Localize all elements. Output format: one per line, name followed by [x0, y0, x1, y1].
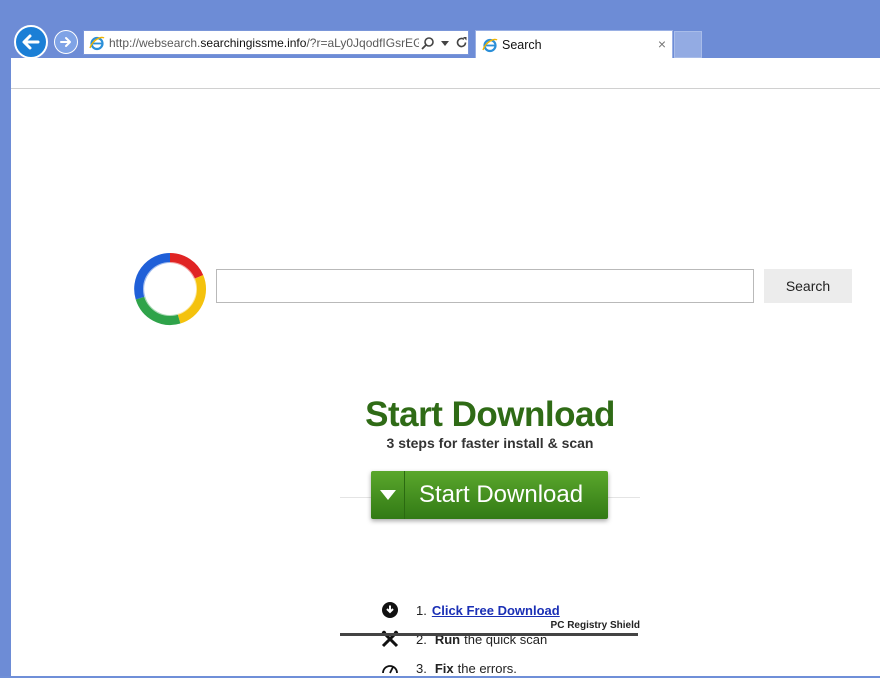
address-bar[interactable]: http://websearch.searchingissme.info/?r=… [83, 30, 469, 55]
search-button[interactable]: Search [764, 269, 852, 303]
step-number: 3. [416, 660, 427, 676]
window-frame [0, 58, 11, 676]
search-logo-icon [134, 253, 207, 325]
page-content: Search Start Download 3 steps for faster… [11, 58, 880, 676]
download-ad: Start Download 3 steps for faster instal… [340, 389, 640, 676]
start-download-button[interactable]: Start Download [371, 471, 608, 519]
step-1: 1. Click Free Download [380, 600, 560, 620]
tab-search[interactable]: Search × [475, 30, 673, 58]
download-arrow [371, 471, 405, 519]
ad-title: Start Download [365, 395, 615, 434]
start-download-label: Start Download [419, 481, 584, 508]
ad-footer-bar [340, 633, 638, 636]
internet-explorer-icon [482, 38, 498, 52]
triangle-down-icon [379, 490, 396, 500]
step-text: the errors. [457, 660, 517, 676]
dropdown-arrow-icon[interactable] [441, 39, 449, 47]
command-bar [11, 58, 880, 89]
tab-title: Search [502, 37, 542, 52]
step-2: 2. Run the quick scan [380, 629, 547, 649]
forward-button[interactable] [54, 30, 78, 54]
refresh-icon[interactable] [455, 36, 468, 49]
search-input[interactable] [216, 269, 754, 303]
forward-arrow-icon [60, 37, 71, 47]
browser-titlebar: http://websearch.searchingissme.info/?r=… [0, 0, 880, 59]
back-arrow-icon [22, 34, 40, 50]
back-button[interactable] [14, 25, 48, 59]
step-3: 3. Fix the errors. [380, 658, 517, 678]
new-tab-button[interactable] [674, 31, 702, 58]
step-keyword: Fix [434, 660, 454, 676]
close-icon[interactable]: × [658, 36, 666, 52]
click-free-download-link[interactable]: Click Free Download [432, 603, 560, 618]
search-icon[interactable] [421, 36, 435, 50]
step-number: 1. [416, 602, 427, 618]
ad-subtitle: 3 steps for faster install & scan [386, 435, 594, 451]
internet-explorer-icon [89, 36, 105, 50]
download-circle-icon [382, 602, 398, 618]
ad-brand: PC Registry Shield [550, 620, 640, 631]
url-text[interactable]: http://websearch.searchingissme.info/?r=… [109, 36, 419, 50]
gauge-icon [382, 665, 398, 674]
